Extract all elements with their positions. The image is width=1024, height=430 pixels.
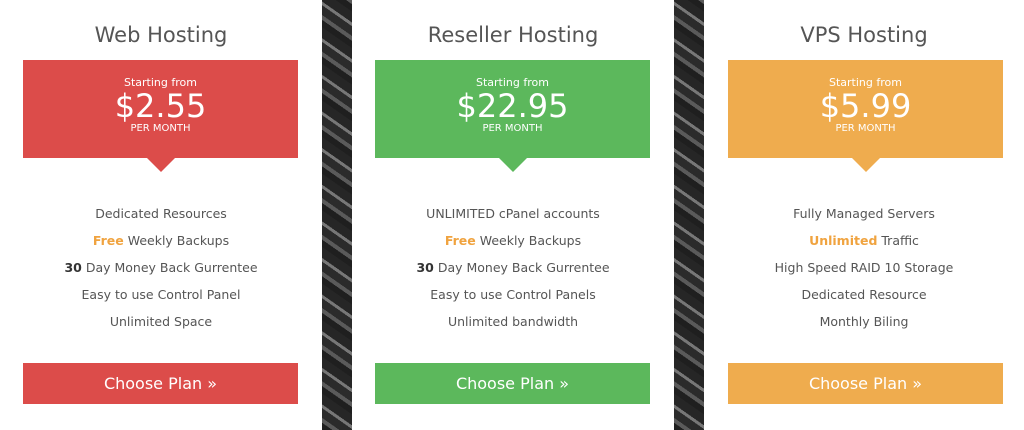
feature-item: Unlimited bandwidth — [447, 314, 579, 329]
choose-plan-button[interactable]: Choose Plan » — [23, 363, 298, 404]
plan-title: Web Hosting — [94, 23, 228, 47]
plan-title: Reseller Hosting — [427, 23, 599, 47]
feature-list: Fully Managed Servers Unlimited Traffic … — [704, 203, 1024, 338]
feature-list: UNLIMITED cPanel accounts Free Weekly Ba… — [352, 203, 674, 338]
choose-plan-button[interactable]: Choose Plan » — [728, 363, 1003, 404]
feature-item: 30 Day Money Back Gurrentee — [416, 260, 610, 275]
price-amount: $2.55 — [114, 87, 207, 125]
price-box: Starting from $2.55 PER MONTH — [23, 60, 298, 172]
feature-item: UNLIMITED cPanel accounts — [426, 206, 600, 221]
feature-item: High Speed RAID 10 Storage — [774, 260, 954, 275]
background-image-strip — [674, 0, 704, 430]
feature-item: Free Weekly Backups — [92, 233, 230, 248]
feature-item: Dedicated Resource — [801, 287, 927, 302]
feature-item: Unlimited Traffic — [809, 233, 919, 248]
feature-item: 30 Day Money Back Gurrentee — [64, 260, 258, 275]
price-box: Starting from $22.95 PER MONTH — [375, 60, 650, 172]
background-image-strip — [322, 0, 352, 430]
price-period: PER MONTH — [835, 123, 896, 134]
feature-item: Unlimited Space — [109, 314, 213, 329]
price-box: Starting from $5.99 PER MONTH — [728, 60, 1003, 172]
plan-title: VPS Hosting — [800, 23, 928, 47]
feature-item: Monthly Biling — [819, 314, 909, 329]
choose-plan-button[interactable]: Choose Plan » — [375, 363, 650, 404]
feature-item: Easy to use Control Panels — [430, 287, 596, 302]
feature-item: Free Weekly Backups — [444, 233, 582, 248]
feature-item: Fully Managed Servers — [793, 206, 935, 221]
pricing-card-web-hosting: Web Hosting Starting from $2.55 PER MONT… — [0, 0, 322, 430]
price-amount: $22.95 — [456, 87, 569, 125]
price-period: PER MONTH — [482, 123, 543, 134]
price-period: PER MONTH — [130, 123, 191, 134]
feature-item: Easy to use Control Panel — [81, 287, 241, 302]
pricing-card-vps-hosting: VPS Hosting Starting from $5.99 PER MONT… — [704, 0, 1024, 430]
pricing-card-reseller-hosting: Reseller Hosting Starting from $22.95 PE… — [352, 0, 674, 430]
feature-item: Dedicated Resources — [95, 206, 227, 221]
price-amount: $5.99 — [819, 87, 912, 125]
feature-list: Dedicated Resources Free Weekly Backups … — [0, 203, 322, 338]
